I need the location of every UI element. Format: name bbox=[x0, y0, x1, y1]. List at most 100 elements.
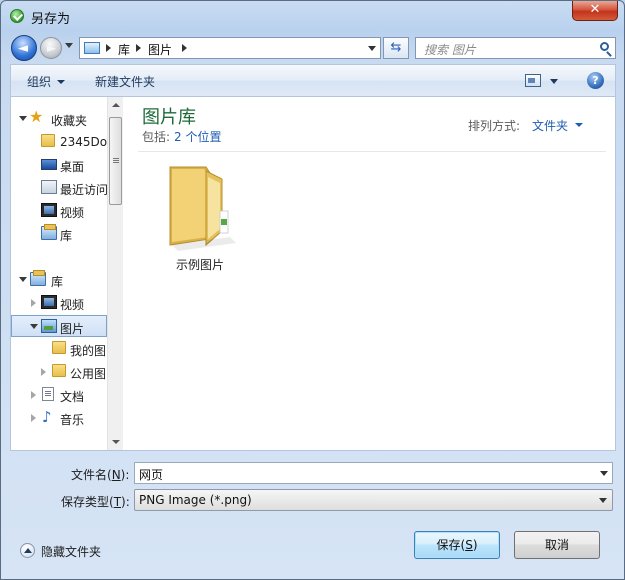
video-icon bbox=[41, 295, 57, 309]
filename-label: 文件名(N): bbox=[71, 466, 129, 483]
back-button[interactable]: ◄ bbox=[11, 35, 37, 61]
library-title: 图片库 bbox=[142, 107, 196, 128]
filename-input[interactable]: 网页 bbox=[134, 462, 613, 484]
pictures-icon bbox=[41, 319, 57, 333]
file-item-folder[interactable]: 示例图片 bbox=[148, 159, 252, 272]
recent-pages-dropdown[interactable] bbox=[65, 43, 73, 48]
help-icon[interactable]: ? bbox=[587, 72, 604, 89]
filetype-label-suffix: ): bbox=[121, 495, 130, 509]
filename-label-suffix: ): bbox=[120, 468, 130, 482]
hide-folders-toggle[interactable]: 隐藏文件夹 bbox=[20, 542, 110, 560]
collapsed-arrow-icon[interactable] bbox=[41, 368, 46, 376]
chevron-down-icon[interactable] bbox=[600, 471, 608, 476]
tree-item-my-pictures[interactable]: 我的图 bbox=[11, 338, 107, 360]
filename-accelerator: N bbox=[111, 468, 121, 482]
tree-item-label: 最近访问 bbox=[60, 183, 107, 197]
tree-item-label: 我的图 bbox=[70, 344, 107, 358]
desktop-icon bbox=[41, 159, 57, 170]
tree-item-documents[interactable]: 文档 bbox=[11, 384, 107, 406]
tree-item-label: 视频 bbox=[60, 206, 85, 220]
save-button[interactable]: 保存(S) bbox=[414, 531, 500, 559]
hide-folders-label: 隐藏文件夹 bbox=[41, 545, 102, 559]
breadcrumb-separator-icon[interactable] bbox=[106, 44, 111, 52]
tree-item-label: 图片 bbox=[60, 322, 85, 336]
header-divider bbox=[138, 151, 606, 152]
navigation-scrollbar[interactable] bbox=[107, 97, 123, 450]
filetype-value: PNG Image (*.png) bbox=[139, 493, 252, 507]
tree-item-label: 视频 bbox=[60, 298, 85, 312]
chevron-down-icon[interactable] bbox=[599, 498, 607, 503]
organize-button[interactable]: 组织 bbox=[27, 73, 66, 90]
collapsed-arrow-icon[interactable] bbox=[31, 414, 36, 422]
save-label: 保存( bbox=[436, 538, 466, 552]
tree-item-library-favorite[interactable]: 库 bbox=[11, 223, 107, 245]
expand-arrow-icon[interactable] bbox=[19, 277, 27, 282]
chevron-down-icon[interactable] bbox=[575, 123, 583, 127]
filename-value[interactable]: 网页 bbox=[139, 466, 163, 483]
folder-icon bbox=[41, 134, 55, 147]
document-icon bbox=[42, 387, 54, 401]
pictures-library-icon bbox=[84, 42, 100, 54]
refresh-button[interactable]: ⇆ bbox=[383, 37, 409, 59]
cancel-button[interactable]: 取消 bbox=[514, 531, 600, 559]
library-includes: 包括: 2 个位置 bbox=[142, 128, 222, 145]
tree-item-libraries[interactable]: 库 bbox=[11, 269, 107, 291]
includes-label: 包括: bbox=[142, 130, 171, 144]
folder-icon bbox=[52, 364, 66, 377]
library-icon bbox=[41, 224, 57, 240]
star-icon: ★ bbox=[29, 108, 44, 126]
collapsed-arrow-icon[interactable] bbox=[31, 391, 36, 399]
tree-item-videos[interactable]: 视频 bbox=[11, 292, 107, 314]
title-bar[interactable]: 另存为 ✕ bbox=[1, 1, 624, 31]
breadcrumb-pictures[interactable]: 图片 bbox=[148, 41, 172, 58]
filetype-accelerator: T bbox=[113, 495, 122, 509]
collapsed-arrow-icon[interactable] bbox=[31, 299, 36, 307]
scroll-down-arrow-icon[interactable] bbox=[112, 440, 120, 444]
grip-icon bbox=[113, 158, 119, 159]
video-icon bbox=[41, 203, 57, 217]
scroll-up-arrow-icon[interactable] bbox=[112, 103, 120, 107]
tree-item-music[interactable]: ♪ 音乐 bbox=[11, 407, 107, 429]
arrow-left-icon: ◄ bbox=[18, 41, 28, 56]
arrow-right-icon: ► bbox=[47, 41, 57, 55]
tree-item-public-pictures[interactable]: 公用图 bbox=[11, 361, 107, 383]
tree-item-label: 2345Do bbox=[60, 135, 107, 149]
close-button[interactable]: ✕ bbox=[572, 1, 618, 21]
tree-item-videos-favorite[interactable]: 视频 bbox=[11, 200, 107, 222]
file-list-pane[interactable]: 图片库 包括: 2 个位置 排列方式: 文件夹 示例图片 bbox=[124, 97, 615, 450]
view-options-dropdown[interactable] bbox=[550, 79, 558, 84]
breadcrumb-separator-icon[interactable] bbox=[182, 44, 187, 52]
tree-item-recent-places[interactable]: 最近访问 bbox=[11, 177, 107, 199]
navigation-pane: ★ 收藏夹 2345Do 桌面 最近访问 视频 库 库 视频 图片 我的图 公用… bbox=[11, 97, 123, 450]
search-input[interactable]: 搜索 图片 bbox=[415, 37, 616, 59]
expand-arrow-icon[interactable] bbox=[19, 116, 27, 121]
new-folder-button[interactable]: 新建文件夹 bbox=[95, 73, 155, 90]
forward-button[interactable]: ► bbox=[40, 37, 62, 59]
scrollbar-thumb[interactable] bbox=[109, 117, 122, 205]
breadcrumb-library[interactable]: 库 bbox=[118, 41, 130, 58]
expand-arrow-icon[interactable] bbox=[30, 324, 38, 329]
tree-item-2345do[interactable]: 2345Do bbox=[11, 131, 107, 153]
address-dropdown-icon[interactable] bbox=[368, 46, 376, 51]
file-item-label: 示例图片 bbox=[175, 258, 224, 272]
tree-item-label: 收藏夹 bbox=[51, 114, 88, 128]
change-view-icon[interactable] bbox=[525, 74, 541, 87]
tree-item-favorites[interactable]: ★ 收藏夹 bbox=[11, 108, 107, 130]
address-bar[interactable]: 库 图片 bbox=[79, 37, 381, 59]
filetype-label-text: 保存类型( bbox=[61, 495, 114, 509]
search-icon[interactable] bbox=[600, 42, 609, 51]
large-folder-icon bbox=[169, 166, 236, 251]
tree-item-desktop[interactable]: 桌面 bbox=[11, 154, 107, 176]
organize-label: 组织 bbox=[27, 75, 52, 89]
tree-item-label: 音乐 bbox=[60, 413, 85, 427]
window-title: 另存为 bbox=[31, 12, 71, 27]
tree-item-pictures[interactable]: 图片 bbox=[11, 315, 107, 337]
save-label-suffix: ) bbox=[472, 538, 478, 552]
tree-item-label: 文档 bbox=[60, 390, 85, 404]
includes-locations-link[interactable]: 2 个位置 bbox=[174, 130, 221, 144]
tree-item-label: 公用图 bbox=[70, 367, 107, 381]
arrange-by-dropdown[interactable]: 文件夹 bbox=[532, 117, 568, 134]
breadcrumb-separator-icon[interactable] bbox=[136, 44, 141, 52]
chevron-down-icon bbox=[57, 80, 66, 84]
filetype-select[interactable]: PNG Image (*.png) bbox=[134, 489, 613, 511]
